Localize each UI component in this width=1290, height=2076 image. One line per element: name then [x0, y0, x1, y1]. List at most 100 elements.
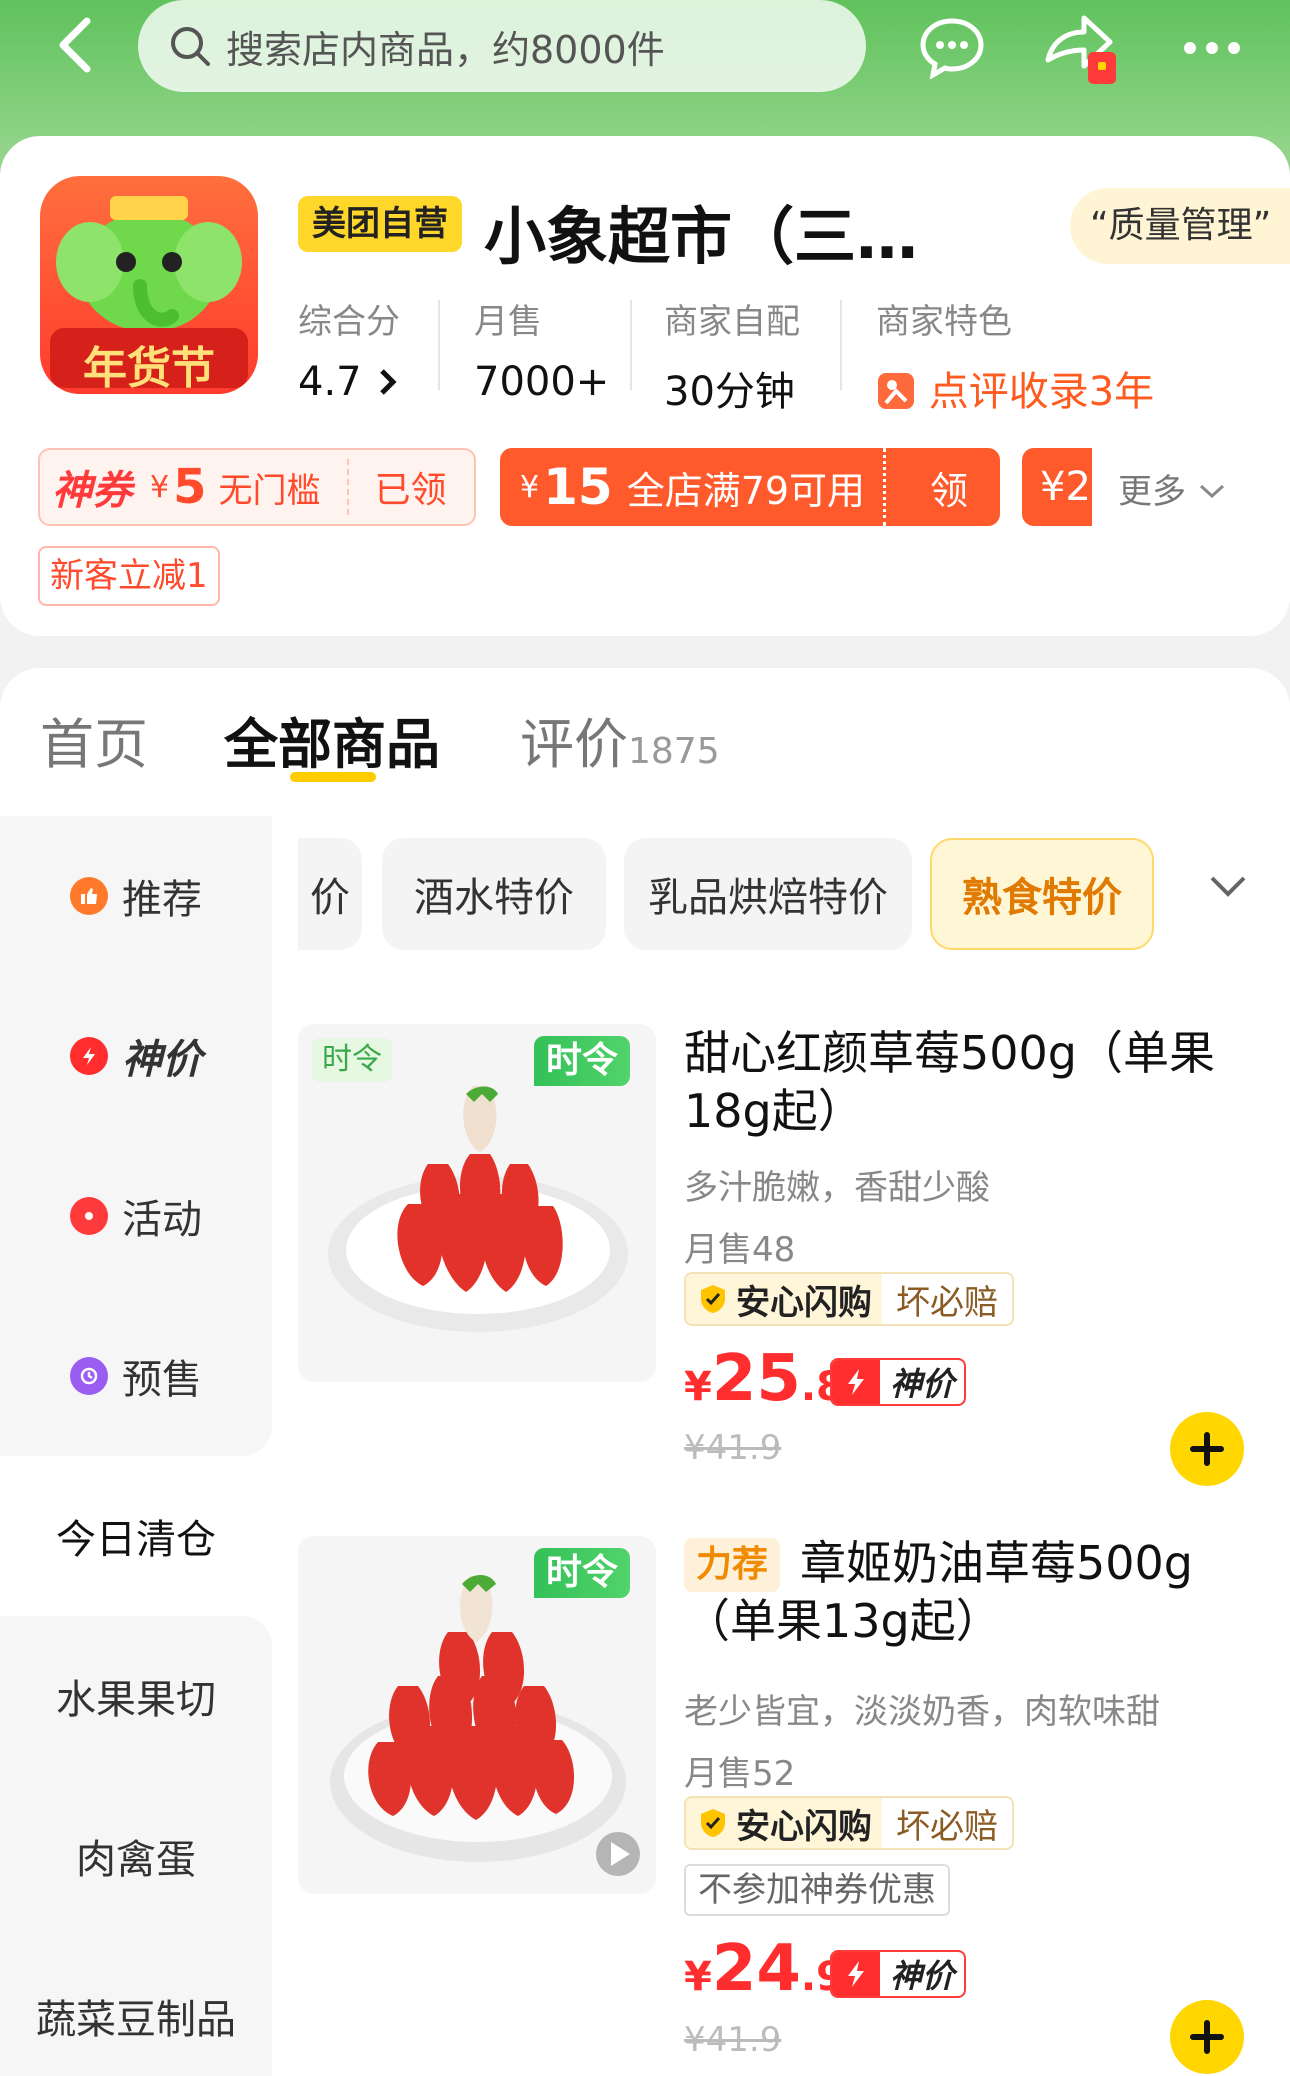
sidebar-item-activity[interactable]: 活动 — [0, 1136, 272, 1296]
sidebar-item-clearance[interactable]: 今日清仓 — [0, 1456, 272, 1616]
safe-purchase-tag: 安心闪购 坏必赔 — [684, 1796, 1014, 1850]
stat-score[interactable]: 综合分 4.7 — [298, 294, 400, 405]
plus-icon — [1190, 2020, 1224, 2054]
coupon-desc: 全店满79可用 — [626, 468, 866, 513]
no-coupon-tag: 不参加神券优惠 — [684, 1864, 950, 1916]
share-icon[interactable] — [1040, 8, 1120, 88]
stat-value: 点评收录3年 — [876, 359, 1154, 417]
coupon-currency: ¥ — [520, 469, 540, 505]
original-price: ¥41.9 — [684, 1428, 782, 1468]
season-tag: 时令 — [534, 1036, 631, 1086]
god-price-tag: 神价 — [830, 1950, 967, 1998]
tab-home[interactable]: 首页 — [40, 700, 148, 779]
product-sales: 月售52 — [684, 1754, 796, 1794]
product-title[interactable]: 甜心红颜草莓500g（单果18g起） — [684, 1024, 1244, 1140]
product-image[interactable]: 时令 时令 — [298, 1024, 656, 1382]
more-coupons-button[interactable]: 更多 — [1118, 464, 1227, 513]
add-to-cart-button[interactable] — [1170, 2000, 1244, 2074]
sidebar-item-god-price[interactable]: 神价 — [0, 976, 272, 1136]
stat-label: 月售 — [474, 302, 542, 342]
back-arrow-icon — [59, 17, 91, 73]
chevron-down-icon — [1199, 484, 1224, 499]
chip-deli[interactable]: 熟食特价 — [930, 838, 1154, 950]
plus-icon — [1190, 1432, 1224, 1466]
coupon-store[interactable]: ¥ 15 全店满79可用 领 — [500, 448, 1000, 526]
expand-chips-button[interactable] — [1206, 872, 1250, 906]
coupon-currency: ¥ — [150, 469, 170, 505]
clock-icon — [70, 1357, 108, 1395]
stat-label: 综合分 — [298, 302, 400, 342]
stat-value: 30分钟 — [664, 369, 795, 415]
more-icon[interactable] — [1172, 8, 1252, 88]
stat-monthly-sales: 月售 7000+ — [474, 294, 609, 405]
stat-value: 4.7 — [298, 359, 400, 405]
sidebar-item-fruit[interactable]: 水果果切 — [0, 1616, 272, 1776]
coupon-amount: 15 — [543, 458, 613, 516]
product-image[interactable]: 时令 — [298, 1536, 656, 1894]
coupon-desc: 无门槛 — [218, 470, 321, 511]
back-button[interactable] — [40, 10, 110, 80]
product-subtitle: 多汁脆嫩，香甜少酸 — [684, 1168, 990, 1208]
coupon-claim-button[interactable]: 领 — [930, 460, 968, 515]
quality-tag[interactable]: “质量管理” — [1070, 188, 1290, 264]
sidebar-item-label: 推荐 — [122, 877, 202, 923]
coupon-partial[interactable]: ¥2 — [1022, 448, 1092, 526]
lightning-icon — [848, 1961, 864, 1987]
coupon-god[interactable]: 神券 ¥ 5 无门槛 已领 — [38, 448, 476, 526]
divider — [630, 300, 632, 390]
lightning-icon — [70, 1037, 108, 1075]
god-price-tag: 神价 — [830, 1358, 967, 1406]
sidebar-item-label: 预售 — [122, 1357, 202, 1403]
tab-indicator — [290, 772, 376, 782]
product-title[interactable]: 章姬奶油草莓500g（单果13g起） — [684, 1534, 1244, 1650]
tag-icon — [70, 1197, 108, 1235]
tab-all-products[interactable]: 全部商品 — [224, 700, 440, 779]
shop-logo[interactable]: 年货节 — [40, 176, 258, 394]
season-tag-small: 时令 — [312, 1038, 392, 1082]
season-tag: 时令 — [534, 1548, 631, 1598]
product-price: ¥25.8 — [684, 1342, 844, 1416]
safe-purchase-tag: 安心闪购 坏必赔 — [684, 1272, 1014, 1326]
coupon-amount: 5 — [173, 459, 207, 515]
sidebar-item-label: 活动 — [122, 1197, 202, 1243]
chat-icon[interactable] — [912, 8, 992, 88]
chip-drinks[interactable]: 酒水特价 — [382, 838, 606, 950]
tab-reviews[interactable]: 评价1875 — [520, 700, 720, 779]
sidebar-item-recommend[interactable]: 推荐 — [0, 816, 272, 976]
stat-delivery: 商家自配 30分钟 — [664, 294, 800, 417]
divider — [840, 300, 842, 390]
logo-text: 年货节 — [83, 343, 215, 394]
stat-label: 商家自配 — [664, 302, 800, 342]
review-count: 1875 — [628, 731, 720, 772]
thumb-up-icon — [70, 877, 108, 915]
product-subtitle: 老少皆宜，淡淡奶香，肉软味甜 — [684, 1692, 1160, 1732]
chip-dairy[interactable]: 乳品烘焙特价 — [624, 838, 912, 950]
shop-info-card: 年货节 美团自营 小象超市（三… “质量管理” 综合分 4.7 月售 7000+… — [0, 136, 1290, 636]
new-customer-tag[interactable]: 新客立减1 — [38, 546, 220, 606]
lightning-icon — [848, 1369, 864, 1395]
add-to-cart-button[interactable] — [1170, 1412, 1244, 1486]
search-placeholder: 搜索店内商品，约8000件 — [226, 27, 665, 72]
divider — [438, 300, 440, 390]
stat-label: 商家特色 — [876, 302, 1012, 342]
original-price: ¥41.9 — [684, 2020, 782, 2060]
sidebar-item-presale[interactable]: 预售 — [0, 1296, 272, 1456]
category-sidebar: 推荐 神价 活动 预售 今日清仓 水果果切 肉禽蛋 蔬菜豆制品 — [0, 816, 272, 2076]
shield-check-icon — [701, 1285, 725, 1313]
chip-partial[interactable]: 价 — [298, 838, 362, 950]
search-input[interactable]: 搜索店内商品，约8000件 — [138, 0, 866, 92]
stat-feature[interactable]: 商家特色 点评收录3年 — [876, 294, 1154, 417]
shield-check-icon — [701, 1809, 725, 1837]
self-operated-badge: 美团自营 — [298, 196, 462, 252]
divider — [883, 448, 887, 526]
product-sales: 月售48 — [684, 1230, 796, 1270]
divider — [346, 459, 349, 515]
chevron-down-icon — [1210, 876, 1246, 897]
sidebar-item-label: 神价 — [122, 1037, 202, 1083]
chevron-right-icon — [380, 369, 397, 395]
sidebar-item-meat[interactable]: 肉禽蛋 — [0, 1776, 272, 1936]
shop-name[interactable]: 小象超市（三… — [484, 186, 918, 276]
search-icon — [171, 27, 210, 66]
sidebar-item-vegetable[interactable]: 蔬菜豆制品 — [0, 1936, 272, 2076]
coupon-state: 已领 — [374, 470, 447, 511]
